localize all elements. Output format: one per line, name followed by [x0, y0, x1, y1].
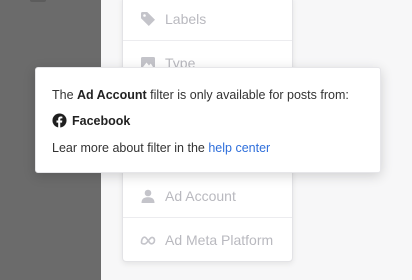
help-center-link[interactable]: help center — [208, 141, 270, 155]
learn-more-text: Lear more about filter in the — [52, 141, 209, 155]
menu-item-label: Labels — [165, 10, 207, 27]
platform-label: Facebook — [72, 113, 131, 128]
left-panel-handle — [30, 0, 46, 2]
tooltip-suffix: filter is only available for posts from: — [146, 88, 349, 102]
person-icon — [139, 187, 157, 205]
tooltip-bold-term: Ad Account — [77, 88, 147, 102]
tooltip-learn-more: Lear more about filter in the help cente… — [52, 141, 270, 155]
tooltip-platform: Facebook — [52, 113, 130, 128]
menu-item-label: Ad Meta Platform — [165, 232, 274, 248]
menu-item-labels[interactable]: Labels — [123, 0, 292, 41]
filter-availability-tooltip: The Ad Account filter is only available … — [35, 67, 381, 173]
menu-item-ad-account[interactable]: Ad Account — [123, 174, 292, 218]
tooltip-prefix: The — [52, 88, 78, 102]
tag-icon — [139, 10, 157, 28]
tooltip-message: The Ad Account filter is only available … — [52, 88, 349, 102]
meta-icon — [139, 231, 157, 249]
menu-item-ad-meta-platform[interactable]: Ad Meta Platform — [123, 218, 292, 262]
facebook-icon — [52, 113, 67, 128]
menu-item-label: Ad Account — [165, 187, 236, 204]
